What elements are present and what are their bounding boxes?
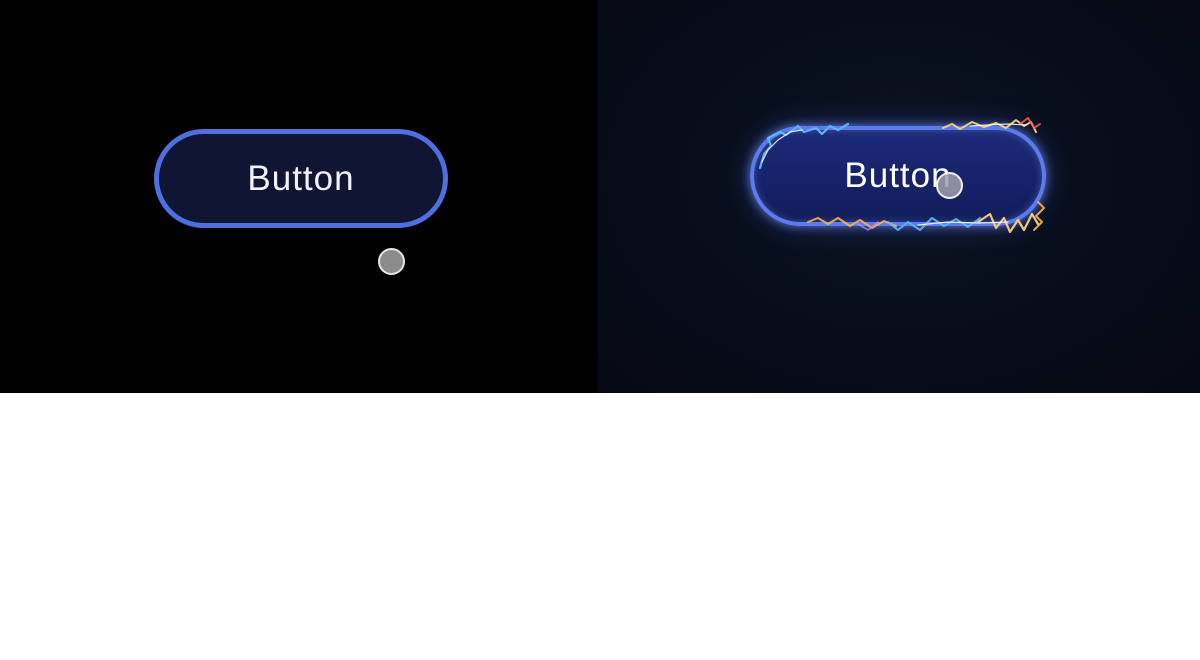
cursor-dot-icon (378, 248, 405, 275)
spark-top-right-red (1019, 117, 1041, 129)
demo-button-idle[interactable]: Button (154, 129, 448, 228)
comparison-stage: Button Button (0, 0, 1200, 393)
idle-state-panel: Button (0, 0, 598, 393)
button-label: Button (844, 156, 952, 195)
hover-state-panel: Button (598, 0, 1200, 393)
cursor-dot-icon (936, 172, 963, 199)
button-label: Button (247, 158, 355, 198)
demo-button-hover[interactable]: Button (750, 126, 1046, 226)
